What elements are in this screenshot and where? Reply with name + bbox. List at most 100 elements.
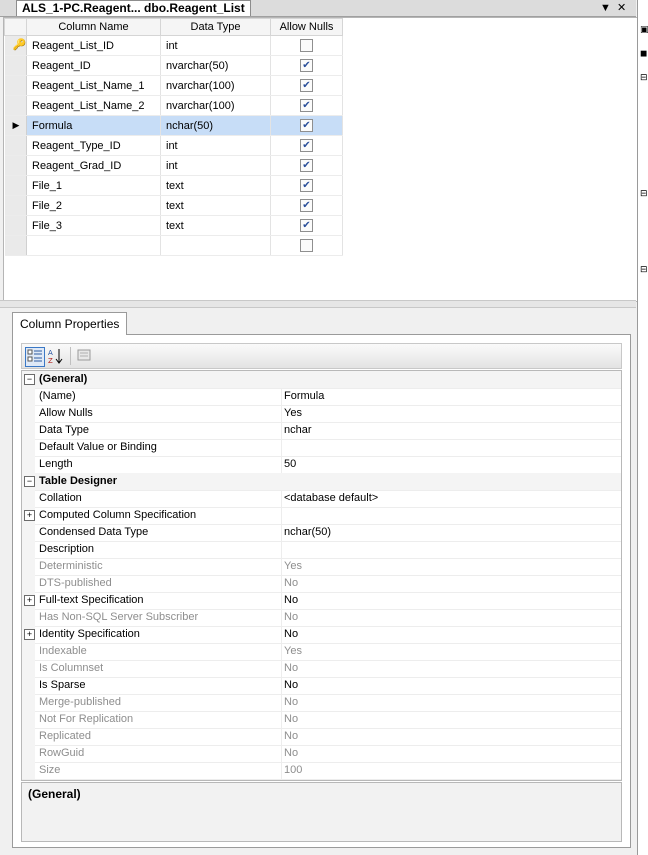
property-row[interactable]: Data Type nchar: [22, 422, 621, 440]
expand-icon[interactable]: +: [24, 595, 35, 606]
property-value[interactable]: No: [284, 592, 298, 609]
column-properties-tab[interactable]: Column Properties: [12, 312, 128, 335]
column-row[interactable]: 🔑 Reagent_List_ID int: [4, 35, 343, 56]
allow-nulls-checkbox-unchecked[interactable]: [300, 239, 313, 252]
property-row[interactable]: (Name) Formula: [22, 388, 621, 406]
property-value[interactable]: Formula: [284, 388, 324, 405]
property-row[interactable]: Length 50: [22, 456, 621, 474]
row-selector[interactable]: [4, 195, 27, 216]
data-type-header[interactable]: Data Type: [160, 18, 271, 36]
row-selector[interactable]: [4, 215, 27, 236]
column-row[interactable]: Reagent_Grad_ID int ✔: [4, 155, 343, 176]
column-row[interactable]: Reagent_ID nvarchar(50) ✔: [4, 55, 343, 76]
column-row[interactable]: ▶ Formula nchar(50) ✔: [4, 115, 343, 136]
expand-icon[interactable]: +: [24, 629, 35, 640]
column-row[interactable]: File_2 text ✔: [4, 195, 343, 216]
property-row[interactable]: + Identity Specification No: [22, 626, 621, 644]
categorized-view-icon[interactable]: [25, 347, 45, 367]
allow-nulls-checkbox-unchecked[interactable]: [300, 39, 313, 52]
property-value[interactable]: No: [284, 626, 298, 643]
property-row[interactable]: Description: [22, 541, 621, 559]
data-type-cell[interactable]: nchar(50): [160, 115, 271, 136]
column-name-cell[interactable]: [26, 235, 161, 256]
property-row[interactable]: Collation <database default>: [22, 490, 621, 508]
row-selector[interactable]: [4, 95, 27, 116]
property-name: Replicated: [39, 728, 282, 745]
collapse-icon[interactable]: −: [24, 374, 35, 385]
property-row[interactable]: + Computed Column Specification: [22, 507, 621, 525]
property-row[interactable]: Condensed Data Type nchar(50): [22, 524, 621, 542]
allow-nulls-checkbox-checked[interactable]: ✔: [300, 179, 313, 192]
panel-splitter[interactable]: [0, 300, 636, 308]
column-row[interactable]: [4, 235, 343, 256]
column-name-cell[interactable]: Formula: [26, 115, 161, 136]
allow-nulls-checkbox-checked[interactable]: ✔: [300, 119, 313, 132]
data-type-cell[interactable]: text: [160, 195, 271, 216]
row-selector[interactable]: 🔑: [4, 35, 27, 56]
property-category-row[interactable]: − Table Designer: [22, 473, 621, 491]
data-type-cell[interactable]: nvarchar(100): [160, 95, 271, 116]
row-selector[interactable]: [4, 175, 27, 196]
allow-nulls-checkbox-checked[interactable]: ✔: [300, 159, 313, 172]
column-name-cell[interactable]: Reagent_Grad_ID: [26, 155, 161, 176]
data-type-cell[interactable]: [160, 235, 271, 256]
row-selector[interactable]: [4, 55, 27, 76]
column-name-cell[interactable]: Reagent_List_Name_1: [26, 75, 161, 96]
property-row[interactable]: Allow Nulls Yes: [22, 405, 621, 423]
data-type-cell[interactable]: text: [160, 215, 271, 236]
allow-nulls-checkbox-checked[interactable]: ✔: [300, 59, 313, 72]
column-row[interactable]: File_3 text ✔: [4, 215, 343, 236]
property-row[interactable]: Is Sparse No: [22, 677, 621, 695]
property-pages-icon[interactable]: [75, 347, 93, 365]
property-row[interactable]: + Full-text Specification No: [22, 592, 621, 610]
document-tab[interactable]: ALS_1-PC.Reagent... dbo.Reagent_List: [16, 0, 251, 16]
expand-icon[interactable]: +: [24, 510, 35, 521]
row-selector[interactable]: [4, 235, 27, 256]
property-value[interactable]: <database default>: [284, 490, 378, 507]
close-icon[interactable]: ✕: [617, 0, 626, 16]
allow-nulls-checkbox-checked[interactable]: ✔: [300, 139, 313, 152]
data-type-cell[interactable]: nvarchar(100): [160, 75, 271, 96]
property-value[interactable]: nchar: [284, 422, 312, 439]
property-value[interactable]: 50: [284, 456, 296, 473]
property-category-row[interactable]: − (General): [22, 371, 621, 389]
allow-nulls-checkbox-checked[interactable]: ✔: [300, 79, 313, 92]
allow-nulls-header[interactable]: Allow Nulls: [270, 18, 343, 36]
row-selector[interactable]: [4, 135, 27, 156]
collapse-icon[interactable]: −: [24, 476, 35, 487]
row-selector[interactable]: ▶: [4, 115, 27, 136]
column-name-cell[interactable]: Reagent_ID: [26, 55, 161, 76]
property-value[interactable]: No: [284, 677, 298, 694]
column-row[interactable]: Reagent_List_Name_2 nvarchar(100) ✔: [4, 95, 343, 116]
column-row[interactable]: Reagent_List_Name_1 nvarchar(100) ✔: [4, 75, 343, 96]
column-name-cell[interactable]: File_3: [26, 215, 161, 236]
column-name-cell[interactable]: File_2: [26, 195, 161, 216]
property-row[interactable]: Default Value or Binding: [22, 439, 621, 457]
column-name-cell[interactable]: File_1: [26, 175, 161, 196]
data-type-cell[interactable]: nvarchar(50): [160, 55, 271, 76]
allow-nulls-checkbox-checked[interactable]: ✔: [300, 199, 313, 212]
data-type-cell[interactable]: int: [160, 35, 271, 56]
column-name-cell[interactable]: Reagent_List_ID: [26, 35, 161, 56]
property-value[interactable]: nchar(50): [284, 524, 331, 541]
row-selector[interactable]: [4, 75, 27, 96]
column-name-cell[interactable]: Reagent_List_Name_2: [26, 95, 161, 116]
allow-nulls-checkbox-checked[interactable]: ✔: [300, 99, 313, 112]
data-type-cell[interactable]: int: [160, 155, 271, 176]
row-selector[interactable]: [4, 155, 27, 176]
allow-nulls-checkbox-checked[interactable]: ✔: [300, 219, 313, 232]
property-gutter: [22, 609, 35, 626]
property-value[interactable]: Yes: [284, 405, 302, 422]
data-type-cell[interactable]: text: [160, 175, 271, 196]
column-row[interactable]: Reagent_Type_ID int ✔: [4, 135, 343, 156]
data-type-cell[interactable]: int: [160, 135, 271, 156]
row-selector-header: [4, 18, 27, 36]
property-value: Yes: [284, 560, 302, 572]
column-row[interactable]: File_1 text ✔: [4, 175, 343, 196]
column-name-header[interactable]: Column Name: [26, 18, 161, 36]
alphabetical-sort-icon[interactable]: AZ: [47, 347, 65, 365]
tab-dropdown-icon[interactable]: ▼: [600, 0, 611, 16]
column-name-cell[interactable]: Reagent_Type_ID: [26, 135, 161, 156]
column-properties-panel: AZ − (General) (Name) Formula Allow Nulls Yes…: [12, 334, 631, 848]
property-value: No: [284, 713, 299, 725]
